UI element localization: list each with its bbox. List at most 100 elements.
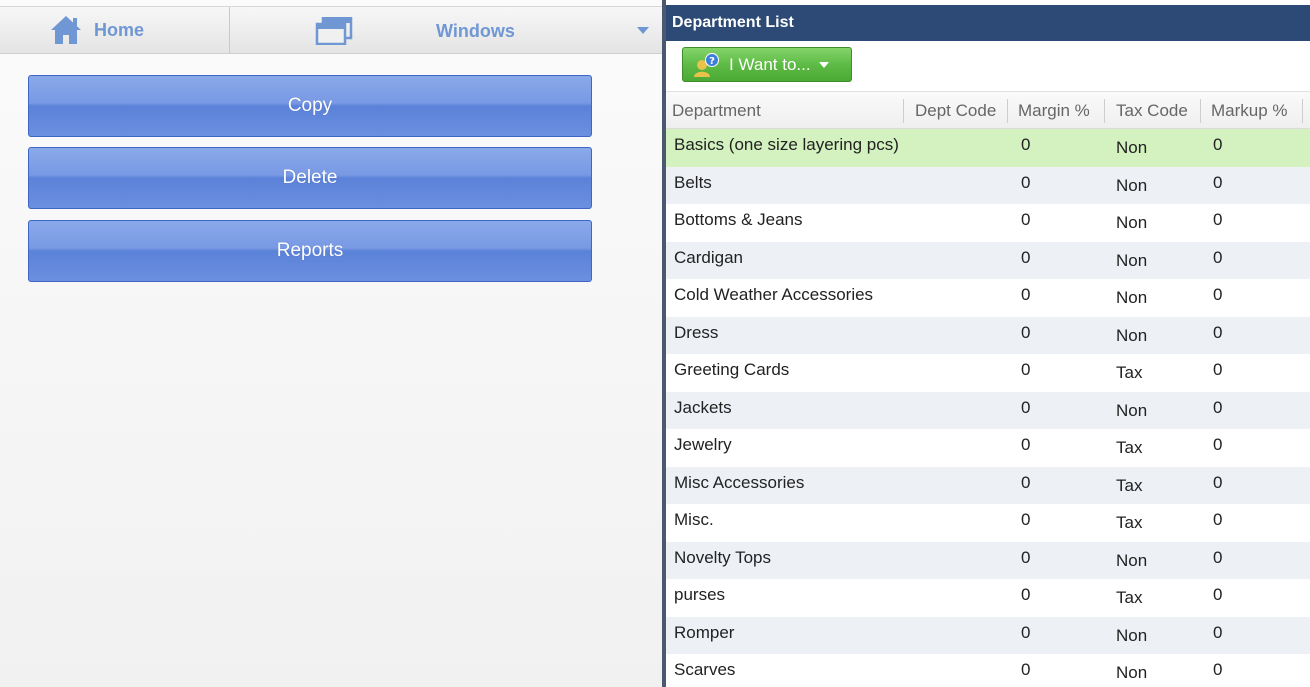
column-header-department[interactable]: Department <box>672 92 761 129</box>
cell-tax-code: Tax <box>1116 475 1143 495</box>
column-resizer[interactable] <box>903 99 904 123</box>
cell-department: Cardigan <box>674 247 743 267</box>
cell-margin: 0 <box>1021 585 1031 604</box>
chevron-down-icon <box>818 61 829 68</box>
table-row[interactable]: purses 0 Tax 0 <box>666 579 1310 617</box>
i-want-to-button[interactable]: ? I Want to... <box>682 47 852 82</box>
cell-margin: 0 <box>1021 285 1031 304</box>
cell-markup: 0 <box>1213 622 1223 642</box>
cell-department: Bottoms & Jeans <box>674 210 803 229</box>
table-row[interactable]: Jackets 0 Non 0 <box>666 391 1310 429</box>
cell-tax-code: Non <box>1116 250 1148 270</box>
cell-margin: 0 <box>1021 435 1031 454</box>
reports-button[interactable]: Reports <box>28 220 592 282</box>
cell-tax-code: Non <box>1116 625 1148 645</box>
table-row[interactable]: Greeting Cards 0 Tax 0 <box>666 354 1310 392</box>
cell-margin: 0 <box>1021 397 1031 417</box>
cell-markup: 0 <box>1213 247 1223 267</box>
table-row[interactable]: Cardigan 0 Non 0 <box>666 241 1310 279</box>
left-pane: Home Windows Copy Delete Reports <box>0 0 662 687</box>
cell-margin: 0 <box>1021 622 1031 642</box>
cell-margin: 0 <box>1021 322 1031 342</box>
table-row[interactable]: Bottoms & Jeans 0 Non 0 <box>666 204 1310 242</box>
cell-tax-code: Tax <box>1116 363 1143 382</box>
column-header-dept-code[interactable]: Dept Code <box>915 92 996 129</box>
cell-department: Cold Weather Accessories <box>674 285 874 304</box>
cell-margin: 0 <box>1021 510 1031 529</box>
cell-markup: 0 <box>1213 435 1223 454</box>
column-resizer[interactable] <box>1104 99 1105 123</box>
cell-markup: 0 <box>1213 547 1223 567</box>
cell-markup: 0 <box>1213 360 1223 379</box>
cell-markup: 0 <box>1213 397 1223 417</box>
table-row[interactable]: Cold Weather Accessories 0 Non 0 <box>666 279 1310 317</box>
table-row[interactable]: Belts 0 Non 0 <box>666 166 1310 204</box>
column-resizer[interactable] <box>1200 99 1201 123</box>
windows-nav-button[interactable]: Windows <box>231 7 662 53</box>
column-resizer[interactable] <box>1007 99 1008 123</box>
cell-tax-code: Non <box>1116 288 1148 307</box>
cell-markup: 0 <box>1213 472 1223 492</box>
cell-margin: 0 <box>1021 660 1031 679</box>
user-help-icon: ? <box>693 52 719 77</box>
cell-tax-code: Non <box>1116 663 1148 682</box>
cell-department: Greeting Cards <box>674 360 790 379</box>
svg-text:?: ? <box>709 56 715 67</box>
home-icon <box>51 16 81 44</box>
column-resizer[interactable] <box>1302 99 1303 123</box>
cell-markup: 0 <box>1213 322 1223 342</box>
department-list-panel: Department List ? I Want to... Departmen… <box>666 0 1310 687</box>
column-header-margin[interactable]: Margin % <box>1018 92 1090 129</box>
cell-tax-code: Tax <box>1116 438 1143 457</box>
cell-department: Jewelry <box>674 435 732 454</box>
panel-title: Department List <box>666 5 1310 41</box>
cell-margin: 0 <box>1021 247 1031 267</box>
table-row[interactable]: Jewelry 0 Tax 0 <box>666 429 1310 467</box>
column-header-markup[interactable]: Markup % <box>1211 92 1288 129</box>
cell-markup: 0 <box>1213 585 1223 604</box>
panel-toolbar: ? I Want to... <box>666 41 1310 91</box>
cell-markup: 0 <box>1213 210 1223 229</box>
table-row[interactable]: Romper 0 Non 0 <box>666 616 1310 654</box>
cell-markup: 0 <box>1213 172 1223 192</box>
cell-margin: 0 <box>1021 360 1031 379</box>
cell-department: Romper <box>674 622 735 642</box>
cell-department: Scarves <box>674 660 736 679</box>
home-label: Home <box>94 19 145 40</box>
cell-tax-code: Non <box>1116 213 1148 232</box>
cell-department: Misc. <box>674 510 714 529</box>
chevron-down-icon[interactable] <box>637 27 649 34</box>
cell-margin: 0 <box>1021 172 1031 192</box>
cell-markup: 0 <box>1213 660 1223 679</box>
cell-tax-code: Tax <box>1116 513 1143 532</box>
delete-button[interactable]: Delete <box>28 147 592 209</box>
windows-icon <box>315 17 353 45</box>
table-row[interactable]: Misc Accessories 0 Tax 0 <box>666 466 1310 504</box>
cell-markup: 0 <box>1213 285 1223 304</box>
cell-department: Jackets <box>674 397 732 417</box>
cell-margin: 0 <box>1021 135 1031 154</box>
cell-department: Novelty Tops <box>674 547 772 567</box>
table-row[interactable]: Basics (one size layering pcs) 0 Non 0 <box>666 129 1310 167</box>
i-want-to-label: I Want to... <box>729 54 811 74</box>
cell-markup: 0 <box>1213 135 1223 154</box>
column-header-tax-code[interactable]: Tax Code <box>1116 92 1188 129</box>
cell-margin: 0 <box>1021 210 1031 229</box>
table-row[interactable]: Novelty Tops 0 Non 0 <box>666 541 1310 579</box>
cell-department: Misc Accessories <box>674 472 805 492</box>
table-row[interactable]: Misc. 0 Tax 0 <box>666 504 1310 542</box>
windows-label: Windows <box>436 21 515 41</box>
cell-markup: 0 <box>1213 510 1223 529</box>
cell-department: purses <box>674 585 726 604</box>
cell-tax-code: Non <box>1116 550 1148 570</box>
table-row[interactable]: Dress 0 Non 0 <box>666 316 1310 354</box>
cell-tax-code: Non <box>1116 400 1148 420</box>
cell-tax-code: Non <box>1116 138 1148 157</box>
copy-button[interactable]: Copy <box>28 75 592 137</box>
cell-tax-code: Non <box>1116 175 1148 195</box>
cell-department: Belts <box>674 172 712 192</box>
table-row[interactable]: Scarves 0 Non 0 <box>666 654 1310 687</box>
department-grid-body: Basics (one size layering pcs) 0 Non 0 Belts… <box>666 129 1310 687</box>
cell-department: Basics (one size layering pcs) <box>674 135 899 154</box>
home-nav-button[interactable]: Home <box>0 7 230 53</box>
